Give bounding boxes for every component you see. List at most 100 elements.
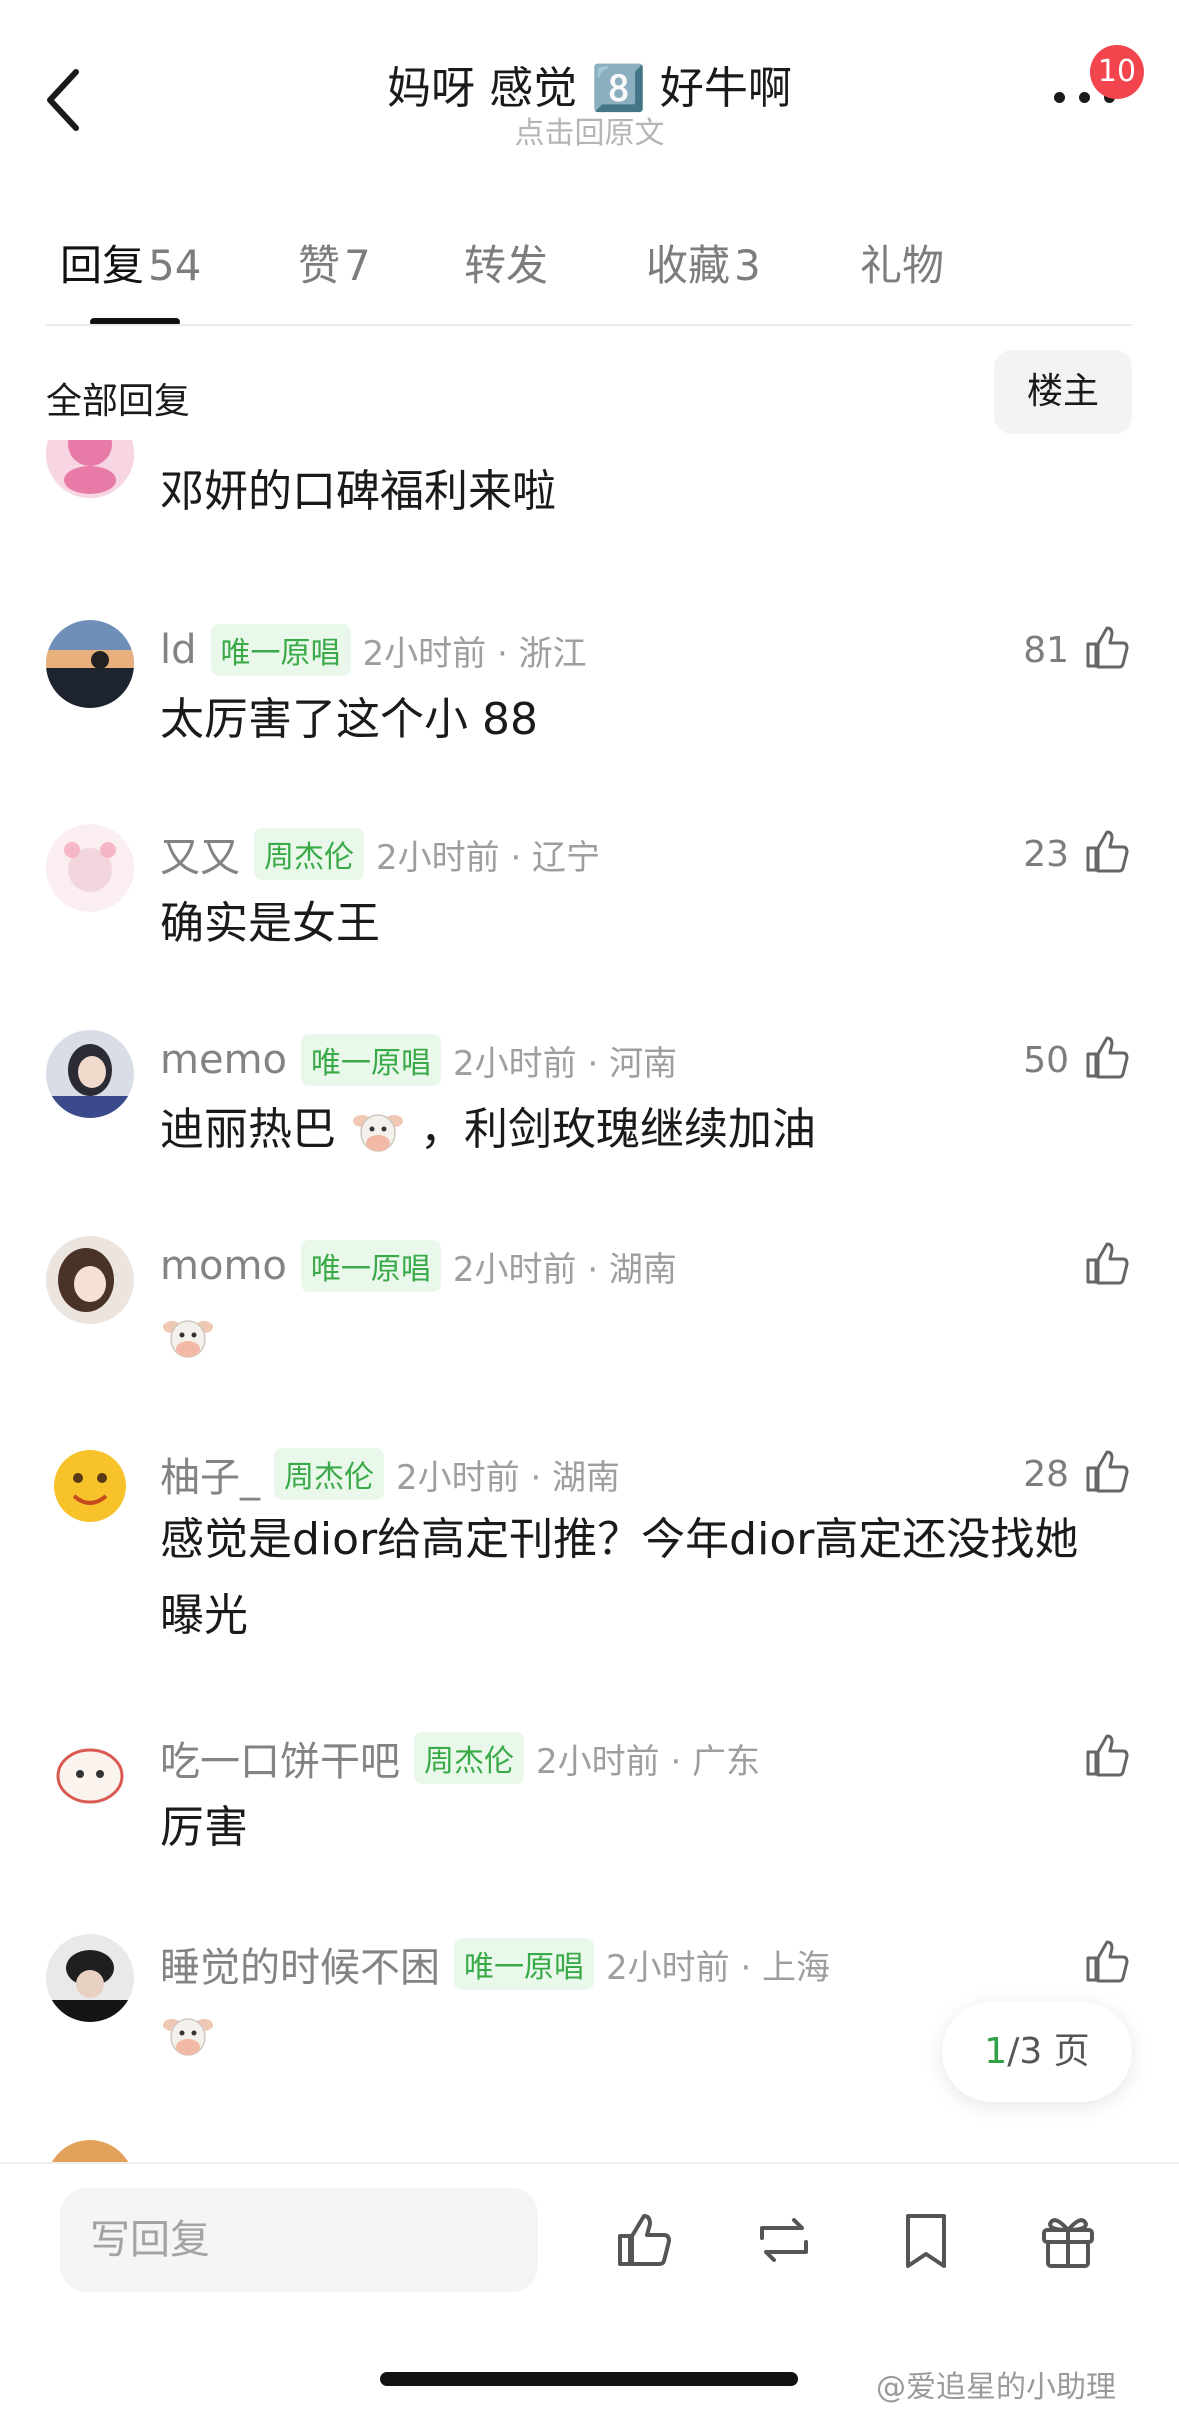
timestamp: 2小时前 · 浙江 (362, 633, 587, 674)
fan-tag[interactable]: 唯一原唱 (454, 1938, 594, 1990)
avatar[interactable] (46, 620, 134, 708)
comment-item: 又又 周杰伦 2小时前 · 辽宁 23 确实是女王 (0, 824, 1179, 1024)
tab-count: 3 (734, 241, 761, 290)
tab-favorites[interactable]: 收藏3 (646, 232, 761, 293)
avatar[interactable] (46, 2140, 134, 2162)
tab-label: 赞 (298, 241, 341, 290)
tab-label: 收藏 (646, 241, 731, 290)
thumbs-up-icon[interactable] (1082, 1032, 1132, 1082)
tab-count: 54 (148, 241, 202, 290)
comment-text: 感觉是dior给高定刊推？今年dior高定还没找她曝光 (160, 1514, 1079, 1641)
avatar[interactable] (46, 1236, 134, 1324)
comment-meta: ld 唯一原唱 2小时前 · 浙江 (160, 620, 587, 680)
cow-emoji-icon (163, 1320, 213, 1358)
tab-count: 7 (344, 241, 371, 290)
avatar-image (46, 440, 134, 498)
post-title[interactable]: 妈呀 感觉 8️⃣ 好牛啊 (0, 52, 1179, 116)
comment-text: 确实是女王 (160, 898, 380, 949)
page-indicator[interactable]: 1/3 页 (942, 2002, 1132, 2102)
dot-icon (1054, 92, 1065, 103)
like-count: 81 (1023, 630, 1069, 671)
back-to-original-link[interactable]: 点击回原文 (0, 108, 1179, 152)
thumbs-up-icon[interactable] (1082, 1238, 1132, 1288)
comment-text: 迪丽热巴 ，利剑玫瑰继续加油 (160, 1092, 1120, 1168)
avatar[interactable] (46, 1728, 134, 1816)
username[interactable]: ld (160, 627, 197, 673)
top-bar: 妈呀 感觉 8️⃣ 好牛啊 点击回原文 10 (0, 0, 1179, 170)
avatar-image (46, 824, 134, 912)
comment-item: 吃一口饼干吧 周杰伦 2小时前 · 广东 厉害 (0, 1728, 1179, 1928)
avatar[interactable] (46, 440, 134, 498)
fan-tag[interactable]: 周杰伦 (274, 1448, 384, 1500)
cow-emoji-icon (163, 2018, 213, 2056)
avatar-image (46, 1934, 134, 2022)
avatar-image (46, 1030, 134, 1118)
tab-label: 回复 (60, 241, 145, 290)
comment-item: ld 唯一原唱 2小时前 · 浙江 81 太厉害了这个小 88 (0, 620, 1179, 820)
like-count: 50 (1023, 1040, 1069, 1081)
comment-meta: 又又 周杰伦 2小时前 · 辽宁 (160, 824, 600, 884)
thumbs-up-icon[interactable] (1082, 622, 1132, 672)
timestamp: 2小时前 · 广东 (536, 1741, 761, 1782)
tab-replies[interactable]: 回复54 (60, 232, 201, 293)
comment-text (160, 1298, 1120, 1374)
comment-text: 邓妍的口碑福利来啦 (160, 466, 556, 517)
comment-list[interactable]: 邓妍的口碑福利来啦 ld 唯一原唱 2小时前 · 浙江 81 太厉害了这个小 8… (0, 440, 1179, 2162)
comment-meta: 睡觉的时候不困 唯一原唱 2小时前 · 上海 (160, 1934, 830, 1994)
thumbs-up-icon[interactable] (1082, 1730, 1132, 1780)
avatar-image (46, 1444, 134, 1532)
all-replies-label: 全部回复 (46, 381, 191, 422)
fan-tag[interactable]: 周杰伦 (414, 1732, 524, 1784)
thumbs-up-icon[interactable] (1082, 826, 1132, 876)
divider (46, 324, 1132, 326)
timestamp: 2小时前 · 湖南 (396, 1457, 621, 1498)
thumbs-up-icon[interactable] (1082, 1936, 1132, 1986)
comment-text: 太厉害了这个小 88 (160, 694, 538, 745)
avatar[interactable] (46, 1444, 134, 1532)
timestamp: 2小时前 · 辽宁 (376, 837, 601, 878)
tab-label: 礼物 (860, 241, 945, 290)
comment-text-part: 迪丽热巴 (160, 1104, 336, 1155)
comment-item: momo 唯一原唱 2小时前 · 湖南 (0, 1236, 1179, 1436)
fan-tag[interactable]: 唯一原唱 (301, 1034, 442, 1086)
like-count: 28 (1023, 1454, 1069, 1495)
comment-item: 柚子_ 周杰伦 2小时前 · 湖南 28 感觉是dior给高定刊推？今年dior… (0, 1444, 1179, 1704)
home-indicator[interactable] (380, 2372, 798, 2386)
fan-tag[interactable]: 唯一原唱 (210, 624, 351, 676)
comment-text-part: ，利剑玫瑰继续加油 (420, 1104, 816, 1155)
tab-likes[interactable]: 赞7 (298, 232, 371, 293)
thumbs-up-icon[interactable] (612, 2208, 676, 2272)
comment-item: 邓妍的口碑福利来啦 (0, 440, 1179, 570)
reply-input[interactable]: 写回复 (60, 2188, 538, 2292)
username[interactable]: 又又 (160, 825, 240, 883)
thumbs-up-icon[interactable] (1082, 1446, 1132, 1496)
username[interactable]: 柚子_ (160, 1445, 260, 1503)
current-page: 1 (984, 2031, 1008, 2072)
repost-icon[interactable] (752, 2208, 816, 2272)
gift-icon[interactable] (1036, 2208, 1100, 2272)
timestamp: 2小时前 · 河南 (453, 1043, 678, 1084)
tab-gifts[interactable]: 礼物 (860, 232, 944, 293)
username[interactable]: momo (160, 1243, 287, 1289)
comment-meta: 吃一口饼干吧 周杰伦 2小时前 · 广东 (160, 1728, 760, 1788)
comment-item: memo 唯一原唱 2小时前 · 河南 50 迪丽热巴 ，利剑玫瑰继续加油 (0, 1030, 1179, 1230)
username[interactable]: memo (160, 1037, 287, 1083)
avatar[interactable] (46, 1934, 134, 2022)
tab-reposts[interactable]: 转发 (464, 232, 548, 293)
comment-meta: momo 唯一原唱 2小时前 · 湖南 (160, 1236, 677, 1296)
avatar[interactable] (46, 824, 134, 912)
avatar-image (46, 1728, 134, 1816)
username[interactable]: 睡觉的时候不困 (160, 1935, 440, 1993)
avatar-image (46, 1236, 134, 1324)
tab-label: 转发 (464, 241, 549, 290)
timestamp: 2小时前 · 上海 (606, 1947, 831, 1988)
avatar[interactable] (46, 1030, 134, 1118)
bookmark-icon[interactable] (894, 2208, 958, 2272)
username[interactable]: 吃一口饼干吧 (160, 1729, 400, 1787)
avatar-image (46, 620, 134, 708)
fan-tag[interactable]: 周杰伦 (254, 828, 364, 880)
op-only-button[interactable]: 楼主 (994, 350, 1132, 434)
fan-tag[interactable]: 唯一原唱 (300, 1240, 441, 1292)
dot-icon (1079, 92, 1090, 103)
comment-meta: 柚子_ 周杰伦 2小时前 · 湖南 (160, 1444, 620, 1504)
